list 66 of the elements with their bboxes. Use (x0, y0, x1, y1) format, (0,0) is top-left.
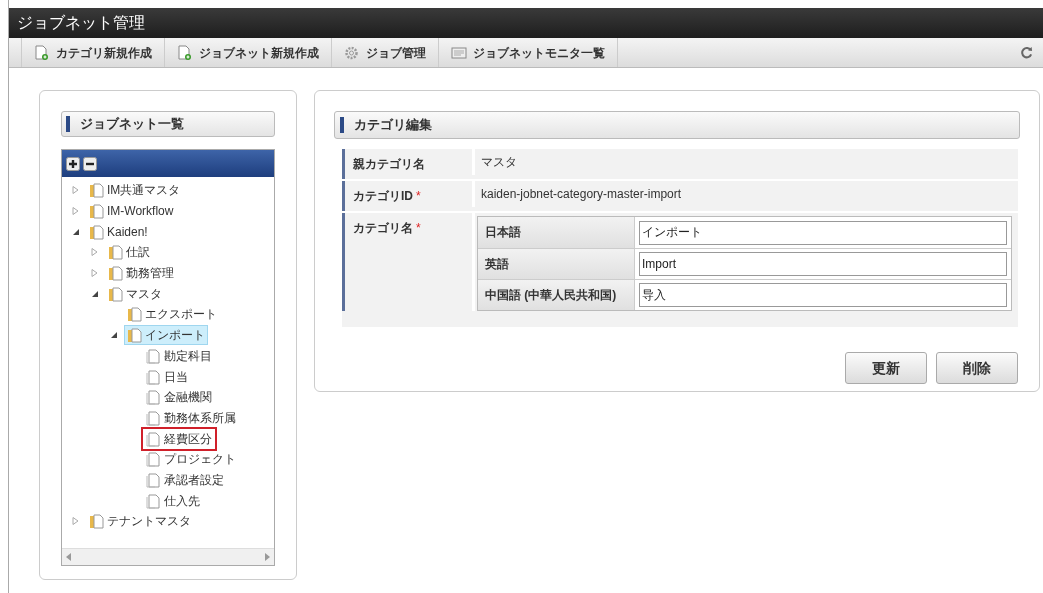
tree-item[interactable]: 勤務体系所属 (143, 407, 239, 428)
field-label: 親カテゴリ名 (353, 156, 425, 173)
required-mark: * (416, 220, 421, 237)
window-icon (451, 44, 467, 61)
file-icon (146, 492, 162, 509)
panel-title: ジョブネット一覧 (80, 115, 184, 134)
field-label: カテゴリ名 (353, 220, 413, 237)
field-value: kaiden-jobnet-category-master-import (481, 186, 682, 203)
toolbar-button[interactable]: ジョブネット新規作成 (165, 38, 332, 67)
new-document-icon (177, 44, 193, 61)
new-document-icon (34, 44, 50, 61)
tree-item[interactable]: 承認者設定 (143, 469, 227, 490)
tree-item[interactable]: IM共通マスタ (86, 180, 184, 201)
folder-icon (127, 327, 143, 344)
window-title: ジョブネット管理 (17, 13, 145, 33)
tree-item[interactable]: プロジェクト (143, 449, 239, 470)
folder-icon (89, 513, 105, 530)
gear-icon (344, 44, 360, 61)
tree-item[interactable]: Kaiden! (86, 221, 151, 242)
tree-item[interactable]: 経費区分 (143, 428, 215, 449)
file-icon (146, 451, 162, 468)
action-button[interactable]: 削除 (936, 352, 1018, 384)
tree-item[interactable]: テナントマスタ (86, 511, 194, 532)
expand-all-icon[interactable] (66, 156, 80, 171)
tree-item[interactable]: インポート (124, 325, 208, 346)
locale-label: 英語 (478, 249, 635, 279)
locale-label: 中国語 (中華人民共和国) (478, 280, 635, 310)
required-mark: * (416, 188, 421, 205)
tree-item[interactable]: IM-Workflow (86, 201, 177, 222)
panel-title: カテゴリ編集 (354, 116, 432, 135)
folder-icon (127, 306, 143, 323)
folder-icon (108, 265, 124, 282)
tree-item[interactable]: 勘定科目 (143, 345, 215, 366)
toolbar-button[interactable]: ジョブネットモニタ一覧 (439, 38, 618, 67)
folder-icon (108, 285, 124, 302)
file-icon (146, 368, 162, 385)
tree-item[interactable]: 仕入先 (143, 490, 203, 511)
toolbar-button[interactable]: ジョブ管理 (332, 38, 439, 67)
tree-item[interactable]: マスタ (105, 283, 165, 304)
tree-item[interactable]: 金融機関 (143, 387, 215, 408)
scroll-left-icon[interactable] (66, 553, 71, 561)
folder-icon (89, 203, 105, 220)
tree-item[interactable]: 日当 (143, 366, 191, 387)
field-value: マスタ (481, 154, 517, 171)
file-icon (146, 430, 162, 447)
tree-item[interactable]: 仕訳 (105, 242, 153, 263)
scroll-right-icon[interactable] (265, 553, 270, 561)
file-icon (146, 471, 162, 488)
action-button[interactable]: 更新 (845, 352, 927, 384)
text-input[interactable]: インポート (639, 220, 1007, 245)
field-label: カテゴリID (353, 188, 413, 205)
toolbar-button[interactable]: カテゴリ新規作成 (22, 38, 165, 67)
folder-icon (89, 223, 105, 240)
file-icon (146, 409, 162, 426)
locale-label: 日本語 (478, 217, 635, 248)
collapse-all-icon[interactable] (83, 156, 97, 171)
text-input[interactable]: 导入 (639, 283, 1007, 307)
refresh-icon[interactable] (1020, 46, 1033, 59)
tree-item[interactable]: エクスポート (124, 304, 220, 325)
file-icon (146, 347, 162, 364)
file-icon (146, 389, 162, 406)
horizontal-scrollbar[interactable] (62, 548, 274, 565)
folder-icon (89, 182, 105, 199)
folder-icon (108, 244, 124, 261)
tree-item[interactable]: 勤務管理 (105, 263, 177, 284)
text-input[interactable]: Import (639, 252, 1007, 276)
